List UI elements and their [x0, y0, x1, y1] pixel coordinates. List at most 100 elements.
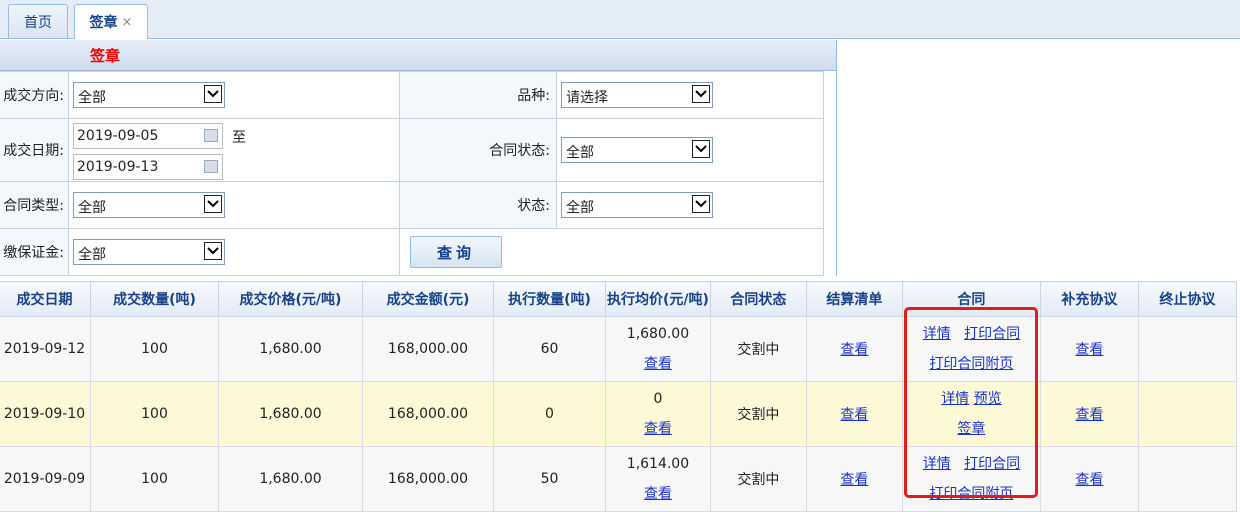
chevron-down-icon — [204, 85, 222, 103]
exec-price-value: 1,680.00 — [626, 326, 690, 342]
variety-select[interactable]: 请选择 — [561, 82, 713, 108]
print-contract-link[interactable]: 打印合同 — [964, 326, 1020, 342]
chevron-down-icon — [204, 242, 222, 260]
cell-qty: 100 — [90, 381, 219, 447]
col-header[interactable]: 成交价格(元/吨) — [218, 281, 363, 317]
cell-exec-price: 0 查看 — [605, 381, 711, 447]
exec-view-link[interactable]: 查看 — [644, 356, 672, 372]
grid-header: 成交日期 成交数量(吨) 成交价格(元/吨) 成交金额(元) 执行数量(吨) 执… — [0, 281, 1237, 317]
deposit-label: 缴保证金: — [0, 228, 69, 276]
date-label: 成交日期: — [0, 118, 69, 182]
tab-home[interactable]: 首页 — [8, 4, 68, 38]
cell-exec-price: 1,680.00 查看 — [605, 316, 711, 382]
col-header[interactable]: 结算清单 — [805, 281, 903, 317]
date-separator: 至 — [232, 130, 246, 146]
print-appendix-link[interactable]: 打印合同附页 — [929, 356, 1013, 372]
contract-detail-link[interactable]: 详情 — [941, 391, 969, 407]
direction-value: 全部 — [78, 90, 106, 106]
contract-type-label: 合同类型: — [0, 181, 69, 229]
exec-price-value: 0 — [653, 391, 663, 407]
exec-view-link[interactable]: 查看 — [644, 486, 672, 502]
cell-settle: 查看 — [805, 316, 903, 382]
tab-bar: 首页 签章 × — [0, 0, 1240, 39]
direction-select[interactable]: 全部 — [73, 82, 225, 108]
exec-price-value: 1,614.00 — [626, 456, 690, 472]
preview-contract-link[interactable]: 预览 — [974, 391, 1002, 407]
chevron-down-icon — [692, 85, 710, 103]
print-appendix-link[interactable]: 打印合同附页 — [929, 486, 1013, 502]
chevron-down-icon — [204, 195, 222, 213]
contract-status-label: 合同状态: — [399, 118, 557, 182]
settle-view-link[interactable]: 查看 — [840, 407, 868, 423]
cell-status: 交割中 — [709, 316, 807, 382]
chevron-down-icon — [692, 140, 710, 158]
col-header[interactable]: 执行均价(元/吨) — [605, 281, 711, 317]
settle-view-link[interactable]: 查看 — [840, 342, 868, 358]
date-to-value: 2019-09-13 — [77, 159, 159, 175]
col-header[interactable]: 执行数量(吨) — [493, 281, 606, 317]
contract-status-value: 全部 — [566, 145, 594, 161]
cell-contract: 详情 打印合同 打印合同附页 — [901, 316, 1041, 382]
settle-view-link[interactable]: 查看 — [840, 472, 868, 488]
cell-status: 交割中 — [709, 381, 807, 447]
col-header[interactable]: 补充协议 — [1039, 281, 1139, 317]
date-from-value: 2019-09-05 — [77, 128, 159, 144]
chevron-down-icon — [692, 195, 710, 213]
date-to-input[interactable]: 2019-09-13 — [73, 154, 223, 180]
tab-sign-label: 签章 — [89, 15, 118, 31]
cell-amount: 168,000.00 — [362, 316, 494, 382]
supplement-view-link[interactable]: 查看 — [1075, 472, 1103, 488]
cell-date: 2019-09-12 — [0, 316, 91, 382]
calendar-icon[interactable] — [204, 129, 218, 142]
col-header[interactable]: 成交日期 — [0, 281, 91, 317]
contract-type-value: 全部 — [78, 200, 106, 216]
cell-supplement: 查看 — [1039, 381, 1139, 447]
cell-price: 1,680.00 — [218, 316, 363, 382]
col-header[interactable]: 成交数量(吨) — [90, 281, 219, 317]
status-value: 全部 — [566, 200, 594, 216]
cell-price: 1,680.00 — [218, 381, 363, 447]
supplement-view-link[interactable]: 查看 — [1075, 342, 1103, 358]
table-row[interactable]: 2019-09-10 100 1,680.00 168,000.00 0 0 查… — [0, 381, 1237, 447]
query-button[interactable]: 查询 — [410, 236, 502, 268]
search-form: 成交方向: 全部 品种: 请选择 成交日期: 2019-09-05 至 2019… — [0, 71, 824, 276]
contract-status-select[interactable]: 全部 — [561, 137, 713, 163]
cell-settle: 查看 — [805, 381, 903, 447]
search-panel: 签章 成交方向: 全部 品种: 请选择 成交日期: 2019-09-05 至 2… — [0, 40, 837, 276]
cell-supplement: 查看 — [1039, 316, 1139, 382]
tab-sign[interactable]: 签章 × — [74, 4, 148, 39]
col-header[interactable]: 合同 — [901, 281, 1041, 317]
variety-value: 请选择 — [566, 90, 608, 106]
panel-header: 签章 — [0, 40, 836, 71]
cell-exec-qty: 0 — [493, 381, 606, 447]
sign-contract-link[interactable]: 签章 — [957, 421, 985, 437]
panel-title: 签章 — [90, 46, 121, 65]
close-icon[interactable]: × — [122, 15, 133, 30]
calendar-icon[interactable] — [204, 160, 218, 173]
variety-label: 品种: — [399, 71, 557, 119]
results-grid: 成交日期 成交数量(吨) 成交价格(元/吨) 成交金额(元) 执行数量(吨) 执… — [0, 281, 1237, 512]
col-header[interactable]: 终止协议 — [1137, 281, 1237, 317]
status-select[interactable]: 全部 — [561, 192, 713, 218]
contract-type-select[interactable]: 全部 — [73, 192, 225, 218]
deposit-select[interactable]: 全部 — [73, 239, 225, 265]
cell-date: 2019-09-10 — [0, 381, 91, 447]
deposit-value: 全部 — [78, 247, 106, 263]
cell-amount: 168,000.00 — [362, 381, 494, 447]
cell-exec-qty: 60 — [493, 316, 606, 382]
col-header[interactable]: 成交金额(元) — [362, 281, 494, 317]
cell-contract: 详情 预览 签章 — [901, 381, 1041, 447]
contract-detail-link[interactable]: 详情 — [923, 326, 951, 342]
col-header[interactable]: 合同状态 — [709, 281, 807, 317]
exec-view-link[interactable]: 查看 — [644, 421, 672, 437]
contract-detail-link[interactable]: 详情 — [923, 456, 951, 472]
print-contract-link[interactable]: 打印合同 — [964, 456, 1020, 472]
date-from-input[interactable]: 2019-09-05 — [73, 123, 223, 149]
status-label: 状态: — [399, 181, 557, 229]
cell-terminate — [1137, 316, 1237, 382]
direction-label: 成交方向: — [0, 71, 69, 119]
cell-qty: 100 — [90, 316, 219, 382]
table-row[interactable]: 2019-09-12 100 1,680.00 168,000.00 60 1,… — [0, 316, 1237, 382]
supplement-view-link[interactable]: 查看 — [1075, 407, 1103, 423]
cell-terminate — [1137, 381, 1237, 447]
